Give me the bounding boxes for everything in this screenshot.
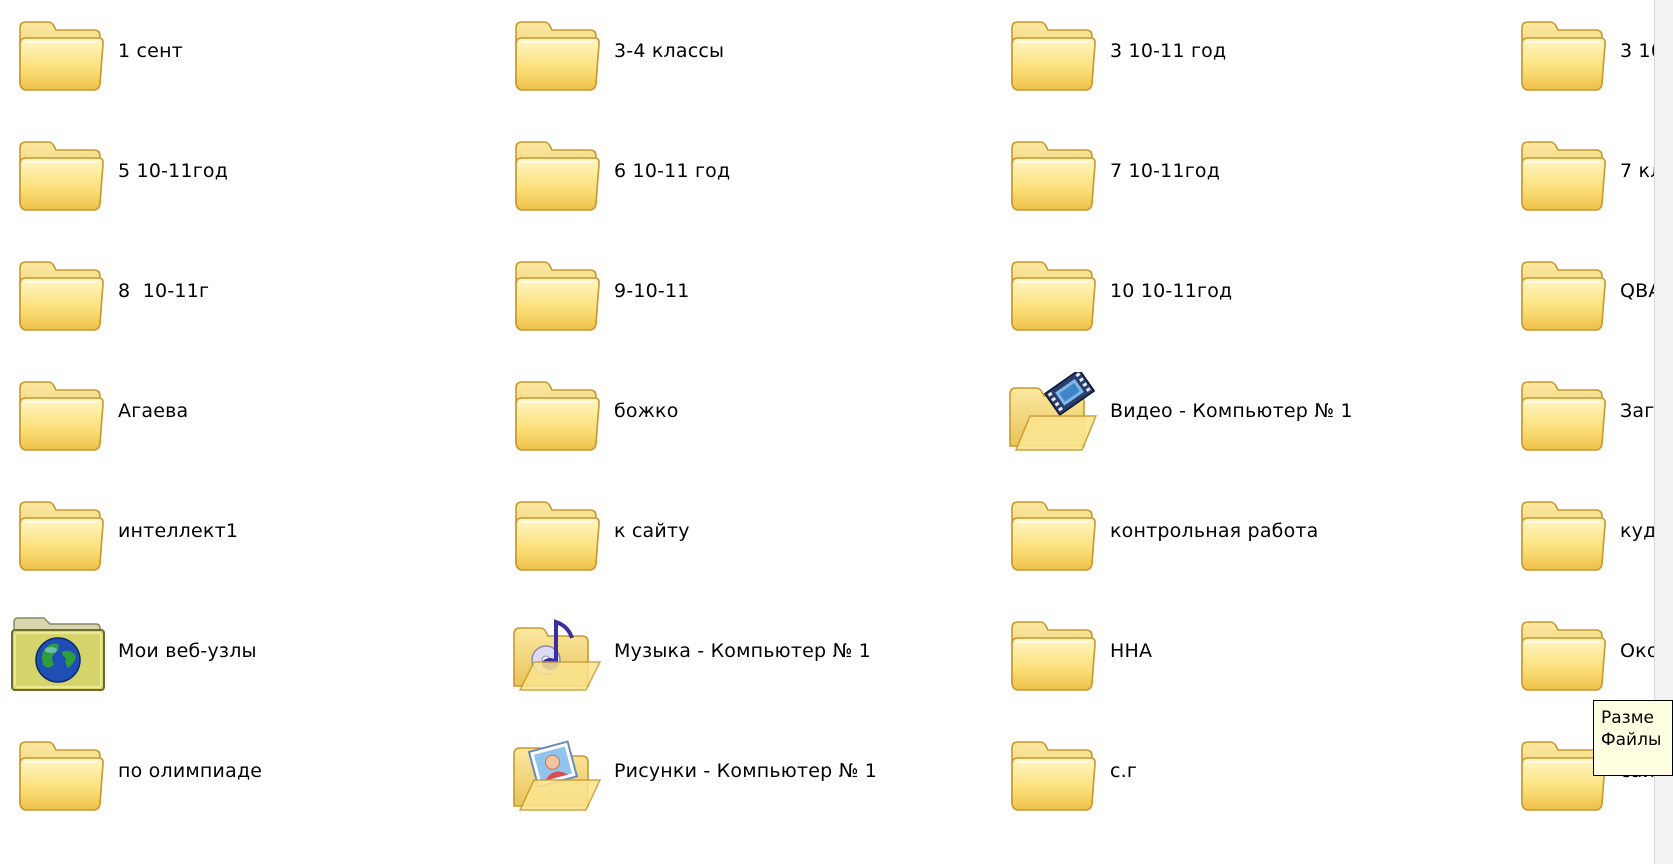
folder-label: Видео - Компьютер № 1 — [1110, 400, 1353, 422]
folder-icon — [1002, 252, 1098, 332]
folder-label: 8 10-11г — [118, 280, 210, 302]
folder-label: по олимпиаде — [118, 760, 263, 782]
folder-icon — [1002, 132, 1098, 212]
web-folders-icon — [10, 612, 106, 692]
folder-icon — [10, 732, 106, 812]
folder-icon — [506, 252, 602, 332]
folder-item[interactable]: 5 10-11год — [0, 126, 490, 236]
video-folder-icon — [1002, 372, 1098, 452]
folder-item[interactable]: 7 10-11год — [992, 126, 1482, 236]
folder-label: 1 сент — [118, 40, 183, 62]
folder-icon — [506, 12, 602, 92]
folder-icon — [1002, 612, 1098, 692]
folder-label: божко — [614, 400, 679, 422]
folder-icon — [10, 12, 106, 92]
folder-item-pictures[interactable]: Рисунки - Компьютер № 1 — [496, 726, 986, 836]
folder-icon — [506, 132, 602, 212]
folder-item-music[interactable]: Музыка - Компьютер № 1 — [496, 606, 986, 716]
folder-label: к сайту — [614, 520, 690, 542]
folder-icon — [1512, 372, 1608, 452]
folder-item[interactable]: 3 10-11 год — [992, 6, 1482, 116]
music-folder-icon — [506, 612, 602, 692]
folder-icon — [10, 252, 106, 332]
folder-label: 3 10-11 год — [1110, 40, 1227, 62]
folder-item[interactable]: Загр — [1502, 366, 1673, 476]
folder-icon — [1512, 252, 1608, 332]
folder-icon — [1512, 612, 1608, 692]
folder-item[interactable]: божко — [496, 366, 986, 476]
folder-item[interactable]: по олимпиаде — [0, 726, 490, 836]
folder-item[interactable]: QBA — [1502, 246, 1673, 356]
folder-icon — [1512, 492, 1608, 572]
folder-item-web[interactable]: Мои веб-узлы — [0, 606, 490, 716]
folder-label: с.г — [1110, 760, 1138, 782]
folder-icon — [506, 492, 602, 572]
folder-label: Рисунки - Компьютер № 1 — [614, 760, 878, 782]
folder-label: 10 10-11год — [1110, 280, 1233, 302]
folder-item[interactable]: контрольная работа — [992, 486, 1482, 596]
folder-label: 5 10-11год — [118, 160, 229, 182]
folder-label: 6 10-11 год — [614, 160, 731, 182]
folder-icon — [10, 132, 106, 212]
folder-icon — [1002, 492, 1098, 572]
folder-item[interactable]: 3-4 классы — [496, 6, 986, 116]
folder-item[interactable]: 7 кл — [1502, 126, 1673, 236]
folder-label: Мои веб-узлы — [118, 640, 257, 662]
folder-label: Агаева — [118, 400, 189, 422]
folder-item-video[interactable]: Видео - Компьютер № 1 — [992, 366, 1482, 476]
folder-icon — [1512, 12, 1608, 92]
info-tooltip: Разме Файлы — [1593, 700, 1673, 776]
folder-item[interactable]: кудр — [1502, 486, 1673, 596]
folder-icon — [10, 492, 106, 572]
folder-label: 7 10-11год — [1110, 160, 1221, 182]
folder-label: ННА — [1110, 640, 1153, 662]
folder-item[interactable]: 8 10-11г — [0, 246, 490, 356]
folder-icon — [1002, 12, 1098, 92]
folder-item[interactable]: к сайту — [496, 486, 986, 596]
folder-label: контрольная работа — [1110, 520, 1319, 542]
folder-item[interactable]: 10 10-11год — [992, 246, 1482, 356]
folder-icon — [1002, 732, 1098, 812]
folder-item[interactable]: Агаева — [0, 366, 490, 476]
folder-icon — [10, 372, 106, 452]
folder-label: Музыка - Компьютер № 1 — [614, 640, 872, 662]
folder-label: интеллект1 — [118, 520, 239, 542]
folder-item[interactable]: интеллект1 — [0, 486, 490, 596]
folder-label: 3-4 классы — [614, 40, 725, 62]
tooltip-line-1: Разме — [1601, 708, 1654, 728]
folder-grid: 1 сент 3-4 классы 3 10-11 год 3 10 5 10-… — [0, 0, 1673, 864]
pictures-folder-icon — [506, 732, 602, 812]
folder-item[interactable]: 6 10-11 год — [496, 126, 986, 236]
folder-item[interactable]: 1 сент — [0, 6, 490, 116]
folder-item[interactable]: с.г — [992, 726, 1482, 836]
explorer-icon-view: 1 сент 3-4 классы 3 10-11 год 3 10 5 10-… — [0, 0, 1673, 864]
folder-item[interactable]: 9-10-11 — [496, 246, 986, 356]
folder-label: 9-10-11 — [614, 280, 690, 302]
folder-icon — [506, 372, 602, 452]
folder-icon — [1512, 132, 1608, 212]
folder-item[interactable]: ННА — [992, 606, 1482, 716]
tooltip-line-2: Файлы — [1601, 730, 1662, 750]
folder-item[interactable]: 3 10 — [1502, 6, 1673, 116]
